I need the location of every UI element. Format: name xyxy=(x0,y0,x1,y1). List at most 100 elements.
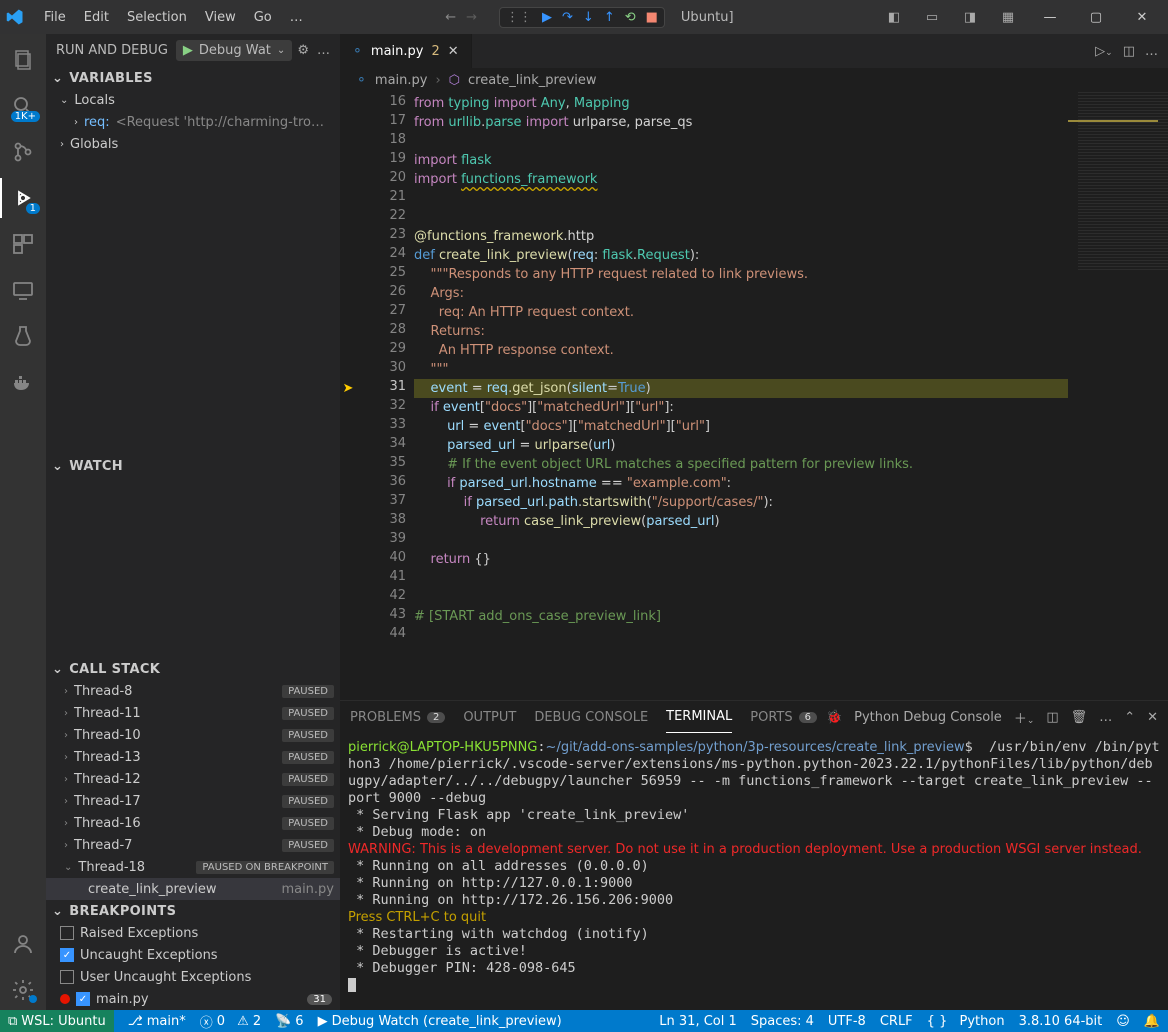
callstack-thread[interactable]: ⌄Thread-18PAUSED ON BREAKPOINT xyxy=(46,856,340,878)
layout-customize-icon[interactable]: ▦ xyxy=(992,10,1024,25)
breadcrumb-symbol[interactable]: create_link_preview xyxy=(468,73,597,88)
status-position[interactable]: Ln 31, Col 1 xyxy=(659,1014,736,1029)
menu-selection[interactable]: Selection xyxy=(119,6,195,29)
activity-search[interactable]: 1K+ xyxy=(0,86,46,126)
breadcrumb-file[interactable]: main.py xyxy=(375,73,428,88)
close-window-button[interactable]: ✕ xyxy=(1122,2,1162,32)
status-notifications-icon[interactable]: 🔔 xyxy=(1144,1014,1160,1029)
nav-forward-icon[interactable]: → xyxy=(466,10,477,25)
menu-file[interactable]: File xyxy=(36,6,74,29)
activity-scm[interactable] xyxy=(0,132,46,172)
panel-tab-debug-console[interactable]: DEBUG CONSOLE xyxy=(534,701,648,733)
activity-explorer[interactable] xyxy=(0,40,46,80)
callstack-thread[interactable]: ›Thread-17PAUSED xyxy=(46,790,340,812)
callstack-header[interactable]: ⌄CALL STACK xyxy=(46,658,340,680)
status-indent[interactable]: Spaces: 4 xyxy=(751,1014,814,1029)
continue-icon[interactable]: ▶ xyxy=(542,10,552,25)
panel-close-icon[interactable]: ✕ xyxy=(1147,710,1158,725)
breadcrumbs[interactable]: ⚬ main.py › ⬡ create_link_preview xyxy=(340,68,1168,92)
debug-gear-icon[interactable]: ⚙ xyxy=(297,43,309,58)
callstack-thread[interactable]: ›Thread-10PAUSED xyxy=(46,724,340,746)
menu-go[interactable]: Go xyxy=(246,6,280,29)
panel-tab-output[interactable]: OUTPUT xyxy=(463,701,516,733)
activity-docker[interactable] xyxy=(0,362,46,402)
editor-more-icon[interactable]: … xyxy=(1145,44,1158,59)
status-language[interactable]: { } Python xyxy=(927,1014,1005,1029)
bp-file-main[interactable]: ✓main.py31 xyxy=(46,988,340,1010)
activity-testing[interactable] xyxy=(0,316,46,356)
thread-name: Thread-16 xyxy=(74,816,141,831)
status-branch[interactable]: ⎇main* xyxy=(128,1014,186,1029)
status-encoding[interactable]: UTF-8 xyxy=(828,1014,866,1029)
new-terminal-icon[interactable]: ＋⌄ xyxy=(1014,708,1035,727)
menu-edit[interactable]: Edit xyxy=(76,6,117,29)
status-debug[interactable]: ▶Debug Watch (create_link_preview) xyxy=(318,1014,562,1029)
step-over-icon[interactable]: ↷ xyxy=(562,10,573,25)
status-eol[interactable]: CRLF xyxy=(880,1014,913,1029)
layout-secondary-icon[interactable]: ◨ xyxy=(954,10,986,25)
activity-accounts[interactable] xyxy=(0,924,46,964)
bp-raised-exceptions[interactable]: Raised Exceptions xyxy=(46,922,340,944)
panel-tab-terminal[interactable]: TERMINAL xyxy=(666,701,732,733)
callstack-thread[interactable]: ›Thread-12PAUSED xyxy=(46,768,340,790)
breakpoints-header[interactable]: ⌄BREAKPOINTS xyxy=(46,900,340,922)
start-debug-icon[interactable]: ▶ xyxy=(183,43,193,58)
step-out-icon[interactable]: ↑ xyxy=(604,10,615,25)
activity-debug[interactable]: 1 xyxy=(0,178,46,218)
callstack-thread[interactable]: ›Thread-13PAUSED xyxy=(46,746,340,768)
drag-handle-icon[interactable]: ⋮⋮ xyxy=(506,10,532,25)
stop-icon[interactable]: ■ xyxy=(646,10,658,25)
minimap[interactable] xyxy=(1068,92,1168,700)
minimize-button[interactable]: — xyxy=(1030,2,1070,32)
menu-more[interactable]: … xyxy=(282,6,311,29)
terminal-name[interactable]: Python Debug Console xyxy=(854,710,1002,725)
step-into-icon[interactable]: ↓ xyxy=(583,10,594,25)
bp-user-uncaught-exceptions[interactable]: User Uncaught Exceptions xyxy=(46,966,340,988)
code-editor[interactable]: ➤ 16171819202122232425262728293031323334… xyxy=(340,92,1168,700)
run-icon[interactable]: ▷⌄ xyxy=(1095,44,1113,59)
scope-locals[interactable]: ⌄Locals xyxy=(46,89,340,111)
panel-tab-problems[interactable]: PROBLEMS2 xyxy=(350,701,445,733)
split-editor-icon[interactable]: ◫ xyxy=(1123,44,1135,59)
terminal-content[interactable]: pierrick@LAPTOP-HKU5PNNG:~/git/add-ons-s… xyxy=(340,733,1168,1010)
tab-close-icon[interactable]: ✕ xyxy=(448,44,459,59)
variable-req[interactable]: ›req: <Request 'http://charming-tro… xyxy=(46,111,340,133)
kill-terminal-icon[interactable]: 🗑 xyxy=(1071,710,1088,725)
nav-back-icon[interactable]: ← xyxy=(445,10,456,25)
variables-header[interactable]: ⌄VARIABLES xyxy=(46,67,340,89)
panel-maximize-icon[interactable]: ⌃ xyxy=(1124,710,1135,725)
checkbox-icon[interactable]: ✓ xyxy=(60,948,74,962)
scope-globals[interactable]: ›Globals xyxy=(46,133,340,155)
status-ports[interactable]: 📡6 xyxy=(275,1014,303,1029)
layout-panel-icon[interactable]: ▭ xyxy=(916,10,948,25)
watch-header[interactable]: ⌄WATCH xyxy=(46,455,340,477)
split-terminal-icon[interactable]: ◫ xyxy=(1046,710,1058,725)
callstack-thread[interactable]: ›Thread-11PAUSED xyxy=(46,702,340,724)
menu-view[interactable]: View xyxy=(197,6,244,29)
panel-more-icon[interactable]: … xyxy=(1099,710,1112,725)
debug-config-select[interactable]: ▶ Debug Wat ⌄ xyxy=(176,40,292,61)
panel-tab-ports[interactable]: PORTS6 xyxy=(750,701,817,733)
code-content[interactable]: from typing import Any, Mappingfrom urll… xyxy=(406,92,1068,700)
status-feedback-icon[interactable]: ☺ xyxy=(1116,1014,1130,1029)
callstack-thread[interactable]: ›Thread-16PAUSED xyxy=(46,812,340,834)
tab-main-py[interactable]: ⚬ main.py 2 ✕ xyxy=(340,34,472,68)
restart-icon[interactable]: ⟲ xyxy=(625,10,636,25)
checkbox-icon[interactable]: ✓ xyxy=(76,992,90,1006)
callstack-thread[interactable]: ›Thread-8PAUSED xyxy=(46,680,340,702)
status-interpreter[interactable]: 3.8.10 64-bit xyxy=(1019,1014,1103,1029)
debug-toolbar[interactable]: ⋮⋮ ▶ ↷ ↓ ↑ ⟲ ■ xyxy=(499,7,665,28)
bp-uncaught-exceptions[interactable]: ✓Uncaught Exceptions xyxy=(46,944,340,966)
activity-remote[interactable] xyxy=(0,270,46,310)
activity-settings[interactable] xyxy=(0,970,46,1010)
checkbox-icon[interactable] xyxy=(60,926,74,940)
sidebar-more-icon[interactable]: … xyxy=(317,43,330,58)
status-problems[interactable]: ⓧ0 ⚠2 xyxy=(200,1012,261,1031)
layout-primary-icon[interactable]: ◧ xyxy=(878,10,910,25)
maximize-button[interactable]: ▢ xyxy=(1076,2,1116,32)
callstack-thread[interactable]: ›Thread-7PAUSED xyxy=(46,834,340,856)
stack-frame[interactable]: create_link_previewmain.py xyxy=(46,878,340,900)
status-remote[interactable]: ⧉WSL: Ubuntu xyxy=(0,1010,114,1032)
activity-extensions[interactable] xyxy=(0,224,46,264)
checkbox-icon[interactable] xyxy=(60,970,74,984)
